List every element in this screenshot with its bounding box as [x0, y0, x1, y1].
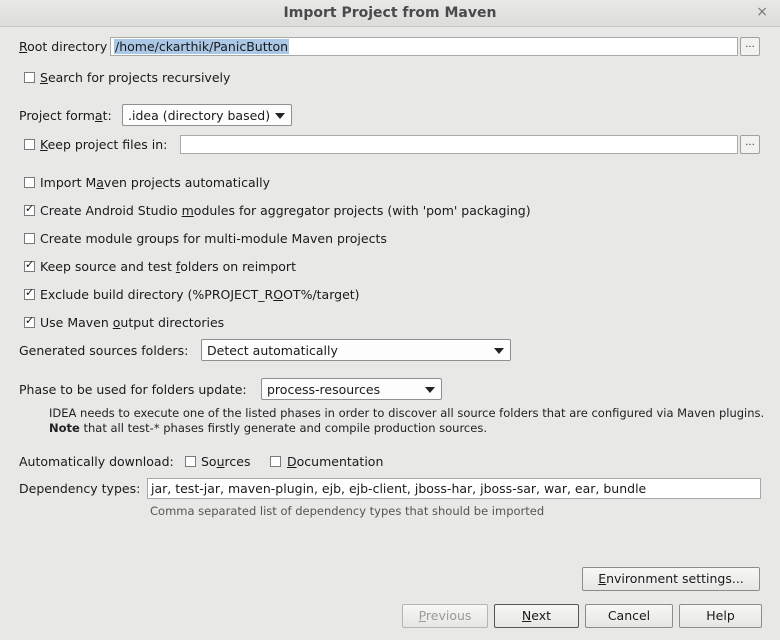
keep-project-files-checkbox[interactable] — [24, 139, 35, 150]
root-directory-input[interactable]: /home/ckarthik/PanicButton — [110, 37, 738, 56]
keep-source-folders-label: Keep source and test folders on reimport — [40, 259, 296, 274]
phase-note-text: that all test-* phases firstly generate … — [79, 421, 487, 435]
chevron-down-icon — [275, 113, 285, 119]
keep-project-files-browse-button[interactable]: ... — [740, 135, 760, 154]
root-directory-browse-button[interactable]: ... — [740, 37, 760, 56]
import-automatically-label: Import Maven projects automatically — [40, 175, 270, 190]
auto-download-label: Automatically download: — [19, 454, 174, 469]
environment-settings-button[interactable]: Environment settings... — [582, 567, 760, 591]
dependency-types-input[interactable]: jar, test-jar, maven-plugin, ejb, ejb-cl… — [147, 478, 761, 499]
phase-label: Phase to be used for folders update: — [19, 382, 247, 397]
phase-value: process-resources — [267, 382, 381, 397]
create-aggregator-modules-checkbox[interactable]: ✓ — [24, 202, 35, 216]
dependency-types-hint: Comma separated list of dependency types… — [150, 504, 545, 518]
download-documentation-checkbox[interactable] — [270, 456, 281, 467]
keep-source-folders-checkbox[interactable]: ✓ — [24, 258, 35, 272]
root-directory-label: Root directory — [19, 39, 108, 54]
search-recursively-label: Search for projects recursively — [40, 70, 231, 85]
cancel-button[interactable]: Cancel — [585, 604, 673, 628]
download-sources-label: Sources — [201, 454, 251, 469]
dependency-types-label: Dependency types: — [19, 481, 141, 496]
phase-note-bold: Note — [49, 421, 80, 435]
dependency-types-value: jar, test-jar, maven-plugin, ejb, ejb-cl… — [151, 481, 647, 496]
checkmark-icon: ✓ — [25, 314, 35, 327]
checkmark-icon: ✓ — [25, 286, 35, 299]
use-maven-output-label: Use Maven output directories — [40, 315, 225, 330]
create-module-groups-label: Create module groups for multi-module Ma… — [40, 231, 387, 246]
import-automatically-checkbox[interactable] — [24, 177, 35, 188]
generated-sources-value: Detect automatically — [207, 343, 338, 358]
project-format-value: .idea (directory based) — [128, 108, 271, 123]
download-documentation-label: Documentation — [287, 454, 384, 469]
keep-project-files-label: Keep project files in: — [40, 137, 168, 152]
checkmark-icon: ✓ — [25, 202, 35, 215]
phase-note-line1: IDEA needs to execute one of the listed … — [49, 406, 765, 420]
use-maven-output-checkbox[interactable]: ✓ — [24, 314, 35, 328]
root-directory-value: /home/ckarthik/PanicButton — [114, 39, 290, 54]
search-recursively-checkbox[interactable] — [24, 72, 35, 83]
next-button[interactable]: Next — [494, 604, 579, 628]
keep-project-files-input[interactable] — [180, 135, 738, 154]
window-title: Import Project from Maven — [283, 5, 497, 21]
generated-sources-label: Generated sources folders: — [19, 343, 189, 358]
chevron-down-icon — [494, 348, 504, 354]
phase-select[interactable]: process-resources — [261, 378, 442, 400]
create-aggregator-modules-label: Create Android Studio modules for aggreg… — [40, 203, 531, 218]
checkmark-icon: ✓ — [25, 258, 35, 271]
phase-note-line2: Note that all test-* phases firstly gene… — [49, 421, 487, 435]
generated-sources-select[interactable]: Detect automatically — [201, 339, 511, 361]
help-button[interactable]: Help — [679, 604, 762, 628]
create-module-groups-checkbox[interactable] — [24, 233, 35, 244]
title-bar: Import Project from Maven × — [0, 0, 780, 27]
exclude-build-directory-checkbox[interactable]: ✓ — [24, 286, 35, 300]
close-icon[interactable]: × — [756, 4, 768, 20]
previous-button[interactable]: Previous — [402, 604, 488, 628]
project-format-select[interactable]: .idea (directory based) — [122, 104, 292, 126]
project-format-label: Project format: — [19, 108, 112, 123]
download-sources-checkbox[interactable] — [185, 456, 196, 467]
exclude-build-directory-label: Exclude build directory (%PROJECT_ROOT%/… — [40, 287, 360, 302]
chevron-down-icon — [425, 387, 435, 393]
